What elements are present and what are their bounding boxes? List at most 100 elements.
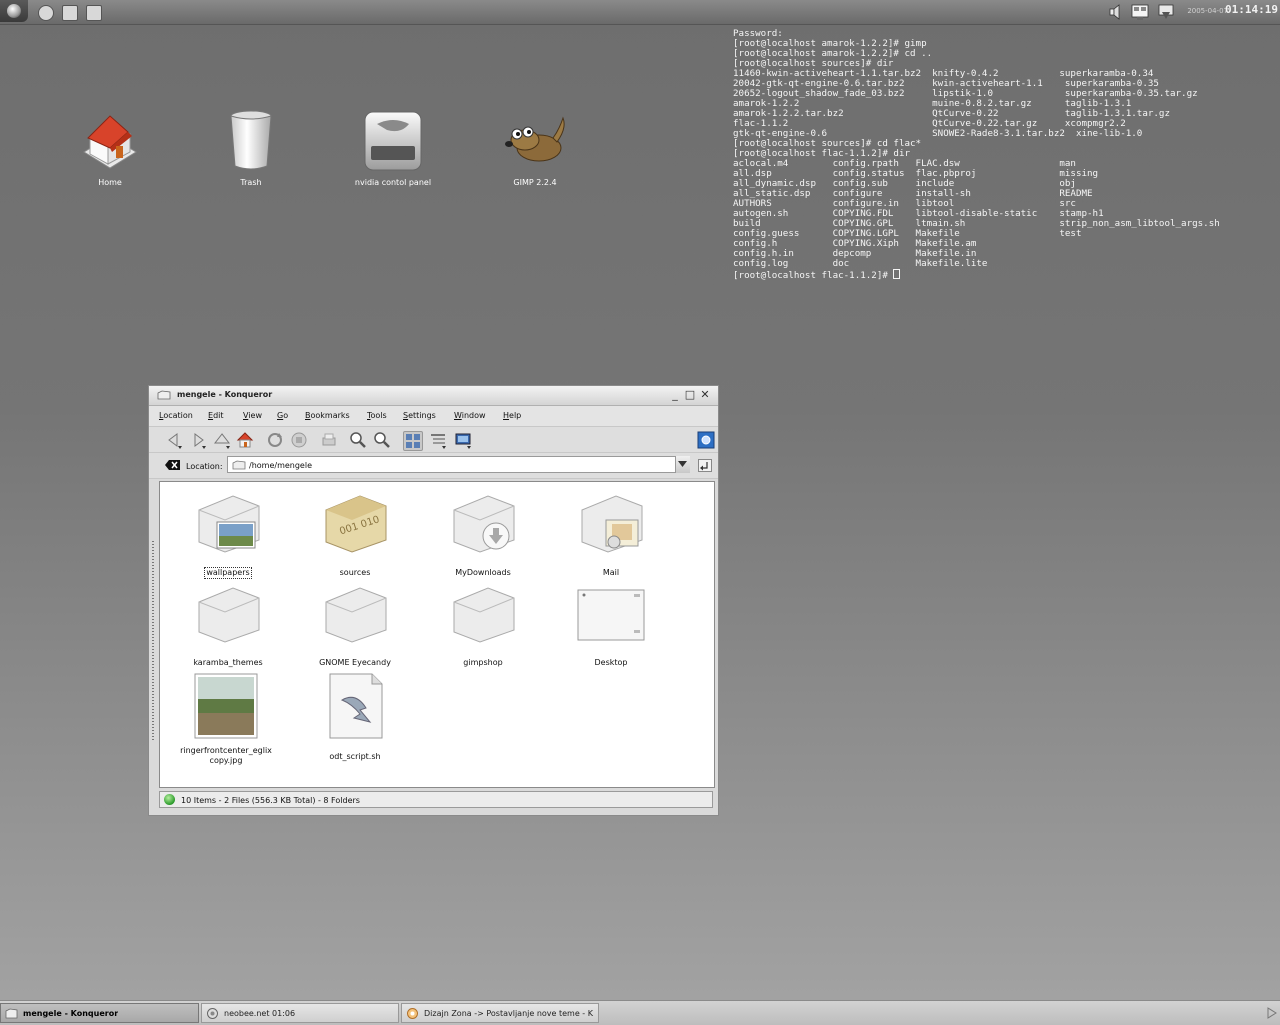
file-view[interactable]: wallpapers 001 010 sources MyDownloads M…	[159, 481, 715, 788]
file-item[interactable]: Desktop	[551, 582, 671, 669]
terminal-prompt-line: [root@localhost flac-1.1.2]#	[733, 269, 1273, 281]
forward-button[interactable]	[189, 431, 207, 449]
taskbar: mengele - Konqueror neobee.net 01:06 Diz…	[0, 1000, 1280, 1025]
menu-bookmarks[interactable]: Bookmarks	[305, 411, 350, 420]
k-menu-button[interactable]	[0, 0, 28, 22]
preview-button[interactable]	[454, 431, 472, 449]
task-dizajn-zona[interactable]: Dizajn Zona -> Postavljanje nove teme - …	[401, 1003, 599, 1023]
menu-edit[interactable]: Edit	[208, 411, 224, 420]
taskbar-arrow-icon[interactable]	[1267, 1007, 1277, 1019]
window-titlebar[interactable]: mengele - Konqueror _ □ ✕	[149, 386, 718, 406]
folder-icon	[453, 587, 515, 643]
folder-mail-icon	[581, 495, 643, 553]
file-item[interactable]: MyDownloads	[423, 490, 543, 579]
folder-sources-icon: 001 010	[325, 495, 387, 553]
nvidia-icon	[364, 111, 422, 171]
menu-window[interactable]: Window	[454, 411, 486, 420]
browser-launcher-icon[interactable]	[38, 5, 54, 21]
file-label: ringerfrontcenter_eglix copy.jpg	[180, 746, 272, 765]
trash-icon	[230, 110, 272, 170]
folder-icon	[198, 587, 260, 643]
reload-icon	[268, 433, 282, 447]
terminal-cursor	[893, 269, 901, 279]
desktop-icon-nvidia[interactable]: nvidia contol panel	[343, 108, 443, 188]
panel-date: 2005-04-07	[1187, 7, 1228, 15]
file-item[interactable]: gimpshop	[423, 582, 543, 669]
maximize-button[interactable]: □	[684, 389, 696, 401]
print-button[interactable]	[320, 431, 338, 449]
speaker-icon[interactable]	[1106, 3, 1124, 21]
clear-location-icon[interactable]	[165, 459, 181, 471]
desktop-icon-label: GIMP 2.2.4	[513, 178, 557, 187]
icon-view-button[interactable]	[403, 431, 423, 451]
zoom-out-icon	[374, 432, 390, 448]
desktop-icon-label: Trash	[240, 178, 262, 187]
sidebar-resize-grip[interactable]	[152, 541, 154, 741]
file-item[interactable]: wallpapers	[168, 490, 288, 579]
chevron-down-icon	[678, 461, 687, 467]
file-item[interactable]: GNOME Eyecandy	[295, 582, 415, 669]
up-button[interactable]	[213, 431, 231, 449]
task-label: Dizajn Zona -> Postavljanje nove teme - …	[424, 1009, 593, 1018]
task-label: neobee.net 01:06	[224, 1009, 296, 1018]
menu-settings[interactable]: Settings	[403, 411, 436, 420]
task-label: mengele - Konqueror	[23, 1009, 119, 1018]
gimp-icon	[505, 116, 565, 162]
status-bar: 10 Items - 2 Files (556.3 KB Total) - 8 …	[159, 791, 713, 808]
stop-icon	[291, 432, 307, 448]
home-icon	[83, 115, 137, 169]
task-konqueror[interactable]: mengele - Konqueror	[0, 1003, 199, 1023]
script-file-icon	[329, 673, 383, 739]
go-icon[interactable]	[698, 459, 712, 472]
file-item[interactable]: Mail	[551, 490, 671, 579]
network-monitor-icon[interactable]	[1131, 3, 1149, 21]
file-item[interactable]: 001 010 sources	[295, 490, 415, 579]
file-label: karamba_themes	[193, 658, 263, 667]
location-label: Location:	[186, 462, 223, 471]
zoom-out-button[interactable]	[373, 431, 391, 449]
folder-downloads-icon	[453, 495, 515, 553]
mail-launcher-icon[interactable]	[86, 5, 102, 21]
arrow-right-icon	[194, 433, 206, 449]
gear-icon	[697, 431, 715, 449]
menubar: Location Edit View Go Bookmarks Tools Se…	[149, 406, 718, 427]
location-input[interactable]: /home/mengele	[227, 456, 689, 473]
text-editor-launcher-icon[interactable]	[62, 5, 78, 21]
panel-clock[interactable]: 01:14:19	[1225, 3, 1278, 16]
desktop-icon-trash[interactable]: Trash	[201, 108, 301, 188]
home-icon	[236, 432, 254, 448]
menu-go[interactable]: Go	[277, 411, 288, 420]
menu-tools[interactable]: Tools	[367, 411, 387, 420]
folder-desktop-icon	[577, 589, 645, 641]
detailed-view-button[interactable]	[429, 431, 447, 449]
file-item[interactable]: odt_script.sh	[295, 672, 415, 763]
file-item[interactable]: karamba_themes	[168, 582, 288, 669]
konqueror-window: mengele - Konqueror _ □ ✕ Location Edit …	[148, 385, 719, 816]
printer-icon	[322, 433, 336, 446]
stop-button[interactable]	[290, 431, 308, 449]
file-item[interactable]: ringerfrontcenter_eglix copy.jpg	[166, 672, 286, 767]
terminal-output[interactable]: Password: [root@localhost amarok-1.2.2]# …	[733, 29, 1273, 281]
file-label: MyDownloads	[455, 568, 511, 577]
desktop-icon-gimp[interactable]: GIMP 2.2.4	[485, 108, 585, 188]
terminal-prompt: [root@localhost flac-1.1.2]#	[733, 270, 894, 281]
file-label: gimpshop	[463, 658, 503, 667]
minimize-button[interactable]: _	[669, 389, 681, 401]
konqueror-icon	[207, 1008, 218, 1019]
file-label: Mail	[602, 568, 620, 577]
zoom-in-button[interactable]	[349, 431, 367, 449]
desktop-icon-home[interactable]: Home	[60, 108, 160, 188]
location-dropdown-button[interactable]	[675, 456, 690, 473]
close-button[interactable]: ✕	[699, 389, 711, 401]
menu-help[interactable]: Help	[503, 411, 521, 420]
folder-icon	[157, 390, 171, 400]
main-toolbar	[149, 427, 718, 453]
clipboard-icon[interactable]	[1157, 3, 1175, 21]
status-led-icon	[164, 794, 175, 805]
home-button[interactable]	[236, 431, 254, 449]
back-button[interactable]	[165, 431, 183, 449]
reload-button[interactable]	[266, 431, 284, 449]
menu-location[interactable]: Location	[159, 411, 193, 420]
menu-view[interactable]: View	[243, 411, 262, 420]
task-neobee[interactable]: neobee.net 01:06	[201, 1003, 399, 1023]
